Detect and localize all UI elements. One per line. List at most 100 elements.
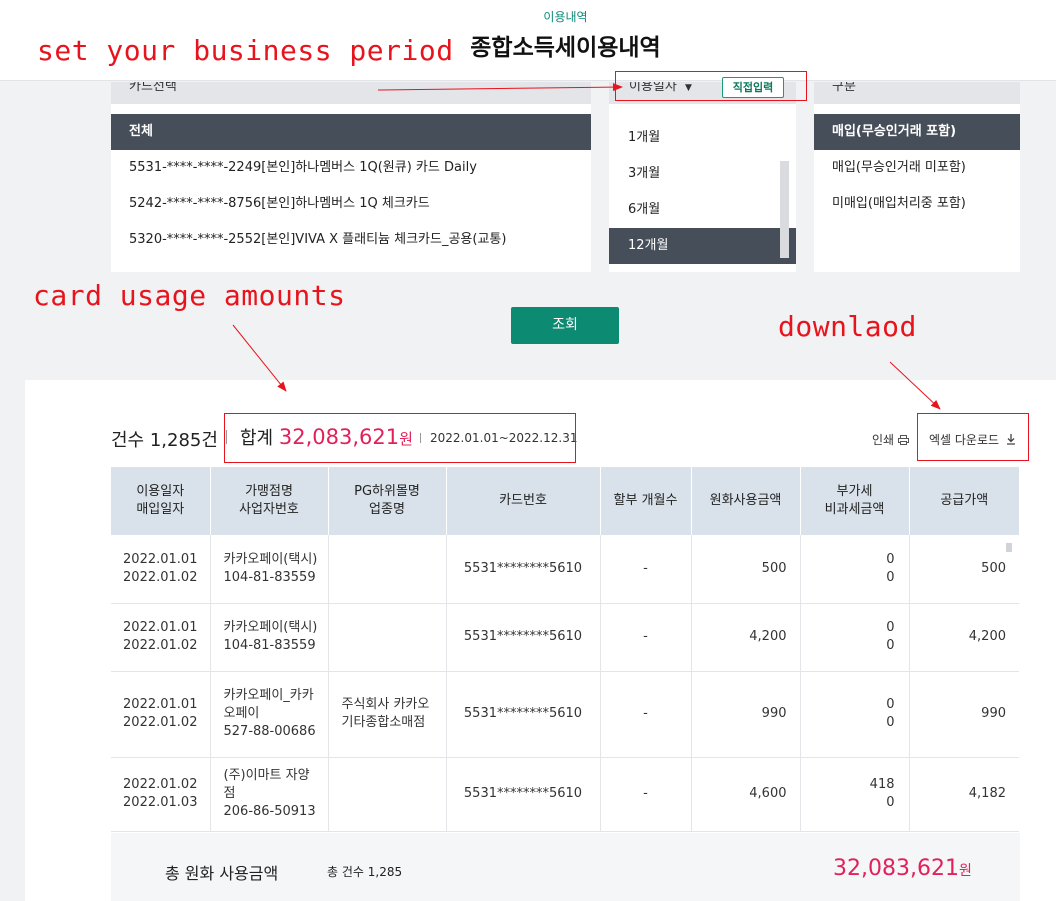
- installment-cell: -: [600, 535, 692, 604]
- footer-amount-won: 원: [958, 863, 972, 879]
- amount-cell-line: 990: [761, 706, 787, 721]
- amount-cell-line: 4,200: [749, 629, 787, 644]
- vat-cell: 00: [800, 603, 910, 672]
- vat-cell-line: 0: [886, 620, 895, 635]
- period-option[interactable]: 12개월: [609, 228, 796, 264]
- pg-cell: [328, 603, 447, 672]
- type-option[interactable]: 매입(무승인거래 미포함): [814, 150, 1020, 186]
- date-cell-line: 2022.01.03: [123, 795, 198, 810]
- column-header-line: 공급가액: [940, 493, 989, 508]
- installment-cell: -: [600, 603, 692, 672]
- installment-cell-line: -: [643, 706, 648, 721]
- installment-cell: -: [600, 757, 692, 832]
- supply-cell: 4,200: [909, 603, 1019, 672]
- column-header: 원화사용금액: [691, 467, 801, 535]
- supply-cell: 500: [909, 535, 1019, 604]
- usage-table: 이용일자 매입일자 가맹점명 사업자번호 PG하위몰명 업종명 카드번호 할부 개월수 원화사용…: [111, 467, 1019, 832]
- vat-cell-line: 418: [869, 777, 895, 792]
- card-number-cell: 5531********5610: [446, 535, 601, 604]
- vat-cell: 418 0: [800, 757, 910, 832]
- pg-cell: [328, 535, 447, 604]
- column-header-line: 원화사용금액: [709, 493, 782, 508]
- period-option[interactable]: 1개월: [609, 120, 796, 156]
- card-number-cell-line: 5531********5610: [463, 706, 583, 721]
- installment-cell: -: [600, 671, 692, 758]
- footer-label: 총 원화 사용금액: [165, 864, 279, 883]
- column-header-line: 가맹점명: [245, 484, 293, 499]
- table-row[interactable]: 2022.01.02 2022.01.03 (주)이마트 자양 점 206-86-509…: [111, 757, 1019, 832]
- card-option[interactable]: 5320-****-****-2552[본인]VIVA X 플래티늄 체크카드_…: [111, 222, 591, 258]
- card-number-cell: 5531********5610: [446, 671, 601, 758]
- vat-cell-line: 0: [886, 795, 895, 810]
- merchant-cell-line: 오페이: [223, 706, 260, 721]
- column-header: 가맹점명사업자번호: [210, 467, 329, 535]
- merchant-cell: 카카오페이(택시) 104-81-83559: [210, 535, 329, 604]
- card-number-cell: 5531********5610: [446, 757, 601, 832]
- annotation-download: downlaod: [778, 310, 917, 343]
- amount-cell: 4,600: [691, 757, 801, 832]
- period-option[interactable]: 6개월: [609, 192, 796, 228]
- date-cell-line: 2022.01.02: [123, 715, 198, 730]
- card-option[interactable]: 전체: [111, 114, 591, 150]
- date-cell-line: 2022.01.02: [123, 569, 198, 585]
- column-header-line: 할부 개월수: [613, 493, 678, 508]
- merchant-cell-line: 점: [223, 786, 236, 801]
- column-header: 할부 개월수: [600, 467, 692, 535]
- supply-cell-line: 4,200: [968, 629, 1006, 644]
- search-button[interactable]: 조회: [511, 307, 619, 344]
- supply-cell-line: 500: [981, 560, 1006, 576]
- vat-cell-line: 0: [886, 638, 895, 653]
- amount-cell-line: 4,600: [749, 786, 787, 801]
- amount-cell: 4,200: [691, 603, 801, 672]
- annotation-box-download: [917, 413, 1029, 461]
- merchant-cell: 카카오페이(택시) 104-81-83559: [210, 603, 329, 672]
- merchant-cell-line: 카카오페이(택시): [223, 551, 318, 567]
- footer-amount-value: 32,083,621: [833, 856, 959, 881]
- column-header-line: 매입일자: [136, 502, 185, 517]
- date-cell-line: 2022.01.01: [123, 551, 198, 567]
- amount-cell: 990: [691, 671, 801, 758]
- type-option[interactable]: 매입(무승인거래 포함): [814, 114, 1020, 150]
- column-header: 공급가액: [909, 467, 1019, 535]
- merchant-cell-line: 카카오페이(택시): [223, 620, 318, 635]
- column-header-line: 비과세금액: [824, 502, 885, 517]
- breadcrumb[interactable]: 이용내역: [0, 8, 1056, 25]
- merchant-cell-line: 104-81-83559: [223, 569, 316, 585]
- merchant-cell: 카카오페이_카카오페이 527-88-00686: [210, 671, 329, 758]
- date-cell-line: 2022.01.01: [123, 620, 198, 635]
- card-option[interactable]: 5242-****-****-8756[본인]하나멤버스 1Q 체크카드: [111, 186, 591, 222]
- vat-cell-line: 0: [886, 569, 895, 585]
- period-option[interactable]: 3개월: [609, 156, 796, 192]
- installment-cell-line: -: [643, 560, 648, 576]
- column-header: 부가세 비과세금액: [800, 467, 910, 535]
- date-cell: 2022.01.01 2022.01.02: [111, 535, 211, 604]
- column-header: 카드번호: [446, 467, 601, 535]
- pg-cell: [328, 757, 447, 832]
- merchant-cell-line: 527-88-00686: [223, 724, 316, 739]
- merchant-cell-line: 206-86-50913: [223, 804, 316, 819]
- period-scrollbar[interactable]: [780, 161, 789, 258]
- footer-amount: 32,083,621원: [833, 856, 972, 881]
- merchant-cell: (주)이마트 자양 점 206-86-50913: [210, 757, 329, 832]
- period-panel: 이용일자 ▼ 1개월 3개월 6개월 12개월: [609, 82, 796, 272]
- print-label: 인쇄: [872, 433, 895, 447]
- vat-cell: 00: [800, 535, 910, 604]
- table-row[interactable]: 2022.01.01 2022.01.02 카카오페이(택시) 104-81-8355…: [111, 535, 1019, 604]
- amount-cell: 500: [691, 535, 801, 604]
- column-header-line: PG하위몰명: [354, 484, 420, 499]
- table-row[interactable]: 2022.01.01 2022.01.02 카카오페이_카카오페이 527-88-00…: [111, 671, 1019, 758]
- card-select-panel: 카드선택 전체 5531-****-****-2249[본인]하나멤버스 1Q(원…: [111, 82, 591, 272]
- print-button[interactable]: 인쇄: [872, 431, 909, 448]
- supply-cell: 990: [909, 671, 1019, 758]
- column-header-line: 사업자번호: [239, 502, 299, 517]
- annotation-usage: card usage amounts: [33, 279, 346, 312]
- type-option[interactable]: 미매입(매입처리중 포함): [814, 186, 1020, 222]
- vat-cell-line: 0: [886, 715, 895, 730]
- card-option[interactable]: 5531-****-****-2249[본인]하나멤버스 1Q(원큐) 카드 D…: [111, 150, 591, 186]
- table-scrollbar[interactable]: [1006, 543, 1012, 552]
- merchant-cell-line: 카카오페이_카카: [223, 688, 314, 703]
- card-number-cell-line: 5531********5610: [463, 560, 583, 576]
- date-cell: 2022.01.01 2022.01.02: [111, 671, 211, 758]
- annotation-box-period: [615, 71, 807, 101]
- table-row[interactable]: 2022.01.01 2022.01.02 카카오페이(택시) 104-81-8355…: [111, 603, 1019, 672]
